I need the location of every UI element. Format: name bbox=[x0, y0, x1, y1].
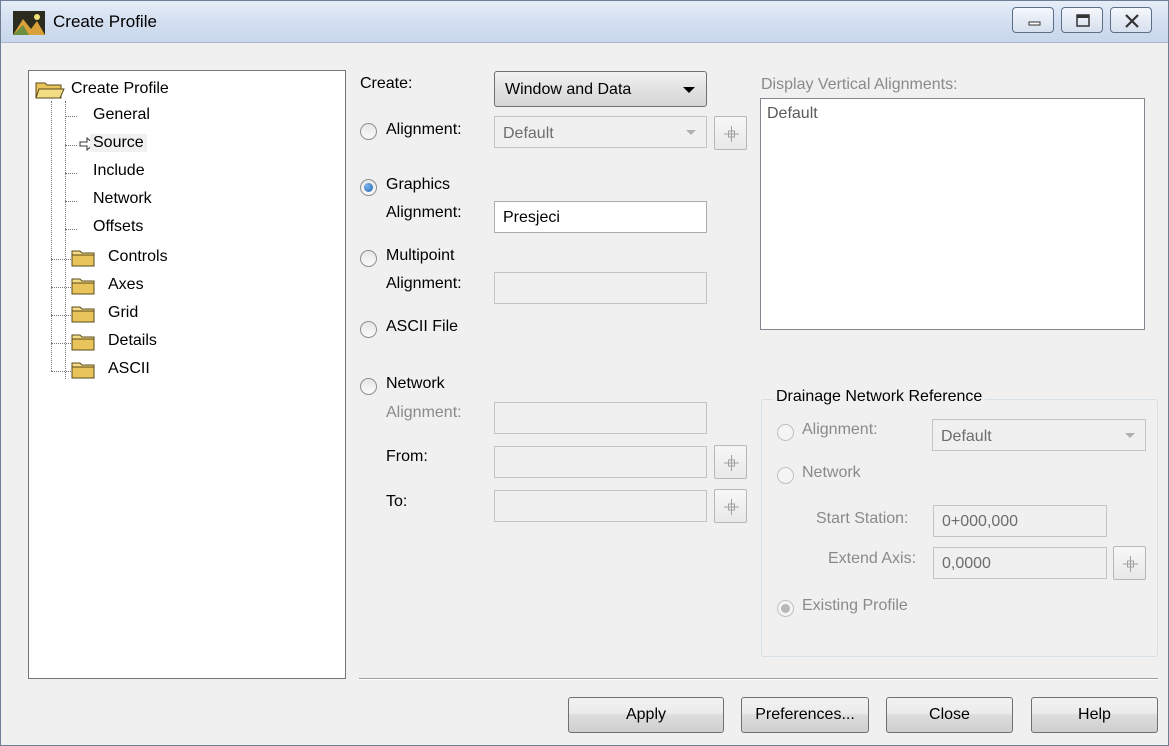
window-title: Create Profile bbox=[53, 12, 157, 31]
to-input[interactable] bbox=[494, 490, 707, 522]
radio-selected-dot bbox=[781, 604, 790, 613]
drainage-alignment-label: Alignment: bbox=[802, 421, 878, 438]
folder-icon bbox=[71, 278, 95, 295]
tree-item-general[interactable]: General bbox=[93, 106, 150, 124]
maximize-button[interactable] bbox=[1061, 7, 1103, 33]
extend-axis-pick-button[interactable] bbox=[1113, 546, 1146, 580]
help-button[interactable]: Help bbox=[1031, 697, 1158, 733]
to-pick-button[interactable] bbox=[714, 489, 747, 523]
alignment-combo-value: Default bbox=[503, 125, 554, 142]
folder-icon bbox=[71, 250, 95, 267]
tree-item-include[interactable]: Include bbox=[93, 162, 145, 180]
network-alignment-label: Alignment: bbox=[386, 404, 462, 421]
tree-item-ascii[interactable]: ASCII bbox=[108, 360, 150, 378]
graphics-radio[interactable] bbox=[360, 179, 377, 196]
alignment-radio[interactable] bbox=[360, 123, 377, 140]
multipoint-label: Multipoint bbox=[386, 247, 455, 264]
crosshair-icon bbox=[1123, 556, 1138, 572]
alignment-pick-button[interactable] bbox=[714, 116, 747, 150]
ascii-file-radio[interactable] bbox=[360, 321, 377, 338]
alignment-label: Alignment: bbox=[386, 121, 462, 138]
chevron-down-icon bbox=[1125, 433, 1135, 438]
chevron-down-icon bbox=[683, 87, 695, 93]
graphics-alignment-label: Alignment: bbox=[386, 204, 462, 221]
crosshair-icon bbox=[724, 499, 739, 515]
list-item[interactable]: Default bbox=[767, 105, 1138, 123]
tree-item-grid[interactable]: Grid bbox=[108, 304, 138, 322]
multipoint-alignment-label: Alignment: bbox=[386, 275, 462, 292]
preferences-button[interactable]: Preferences... bbox=[741, 697, 869, 733]
to-label: To: bbox=[386, 493, 408, 510]
minimize-button[interactable] bbox=[1012, 7, 1054, 33]
drainage-network-label: Network bbox=[802, 464, 861, 481]
tree-item-offsets[interactable]: Offsets bbox=[93, 218, 143, 236]
create-profile-dialog: Create Profile Create Profile General So… bbox=[0, 0, 1169, 746]
drainage-group-title: Drainage Network Reference bbox=[773, 388, 986, 406]
ascii-file-label: ASCII File bbox=[386, 318, 459, 335]
vertical-alignments-list[interactable]: Default bbox=[760, 98, 1145, 330]
existing-profile-radio[interactable] bbox=[777, 600, 794, 617]
drainage-network-radio[interactable] bbox=[777, 467, 794, 484]
create-dropdown[interactable]: Window and Data bbox=[494, 71, 707, 107]
multipoint-alignment-input[interactable] bbox=[494, 272, 707, 304]
app-icon bbox=[13, 11, 45, 35]
open-folder-icon bbox=[35, 82, 65, 99]
graphics-label: Graphics bbox=[386, 176, 451, 193]
tree-item-details[interactable]: Details bbox=[108, 332, 157, 350]
folder-icon bbox=[71, 362, 95, 379]
from-label: From: bbox=[386, 448, 428, 465]
network-radio[interactable] bbox=[360, 378, 377, 395]
tree-item-controls[interactable]: Controls bbox=[108, 248, 168, 266]
drainage-alignment-radio[interactable] bbox=[777, 424, 794, 441]
crosshair-icon bbox=[724, 126, 739, 142]
graphics-alignment-input[interactable]: Presjeci bbox=[494, 201, 707, 233]
start-station-input[interactable]: 0+000,000 bbox=[933, 505, 1107, 537]
tree-item-network[interactable]: Network bbox=[93, 190, 152, 208]
navigation-tree[interactable]: Create Profile General Source Include Ne… bbox=[28, 70, 346, 679]
create-dropdown-value: Window and Data bbox=[505, 81, 632, 98]
drainage-alignment-value: Default bbox=[941, 428, 992, 445]
from-pick-button[interactable] bbox=[714, 445, 747, 479]
folder-icon bbox=[71, 334, 95, 351]
radio-selected-dot bbox=[364, 183, 373, 192]
tree-item-create-profile[interactable]: Create Profile bbox=[71, 80, 169, 98]
folder-icon bbox=[71, 306, 95, 323]
start-station-label: Start Station: bbox=[816, 510, 909, 527]
close-button[interactable]: Close bbox=[886, 697, 1013, 733]
apply-button[interactable]: Apply bbox=[568, 697, 724, 733]
close-window-button[interactable] bbox=[1110, 7, 1152, 33]
tree-item-axes[interactable]: Axes bbox=[108, 276, 144, 294]
alignment-combo[interactable]: Default bbox=[494, 116, 707, 148]
extend-axis-label: Extend Axis: bbox=[828, 550, 917, 567]
existing-profile-label: Existing Profile bbox=[802, 597, 908, 614]
drainage-alignment-combo[interactable]: Default bbox=[932, 419, 1146, 451]
chevron-down-icon bbox=[686, 130, 696, 135]
restore-icon bbox=[1076, 14, 1090, 27]
display-vertical-alignments-label: Display Vertical Alignments: bbox=[761, 76, 958, 93]
network-label: Network bbox=[386, 375, 445, 392]
create-label: Create: bbox=[360, 75, 413, 92]
separator bbox=[359, 678, 1158, 680]
extend-axis-input[interactable]: 0,0000 bbox=[933, 547, 1107, 579]
from-input[interactable] bbox=[494, 446, 707, 478]
network-alignment-input[interactable] bbox=[494, 402, 707, 434]
crosshair-icon bbox=[724, 455, 739, 471]
close-icon bbox=[1125, 14, 1139, 28]
multipoint-radio[interactable] bbox=[360, 250, 377, 267]
minimize-icon bbox=[1028, 21, 1041, 26]
tree-item-source[interactable]: Source bbox=[90, 134, 147, 152]
title-bar[interactable]: Create Profile bbox=[1, 1, 1168, 43]
